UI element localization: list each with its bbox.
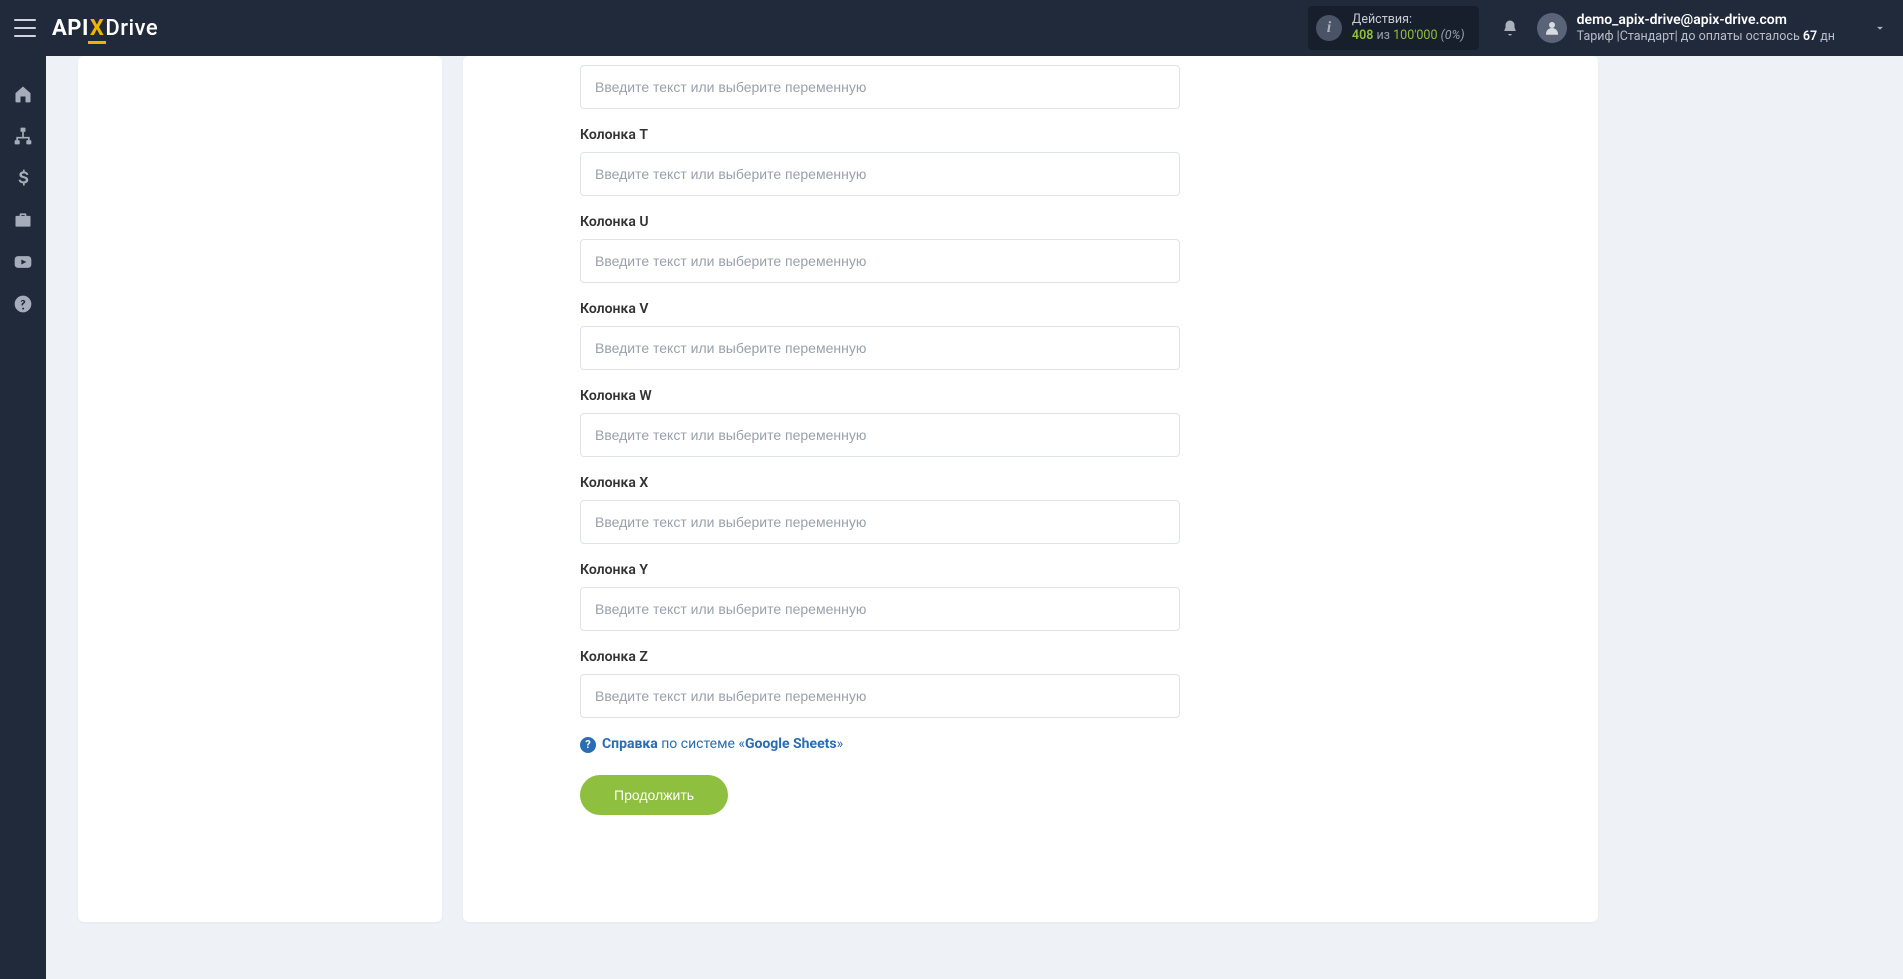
actions-separator: из: [1376, 28, 1390, 43]
sitemap-icon: [13, 126, 33, 146]
tariff-mid: | до оплаты осталось: [1675, 29, 1803, 44]
continue-button[interactable]: Продолжить: [580, 775, 728, 815]
main-panel: Колонка S Колонка T Колонка U Колонка V …: [463, 56, 1598, 922]
sidebar-item-home[interactable]: [13, 84, 33, 104]
help-system: Google Sheets: [745, 736, 837, 752]
actions-usage-pill[interactable]: i Действия: 408 из 100'000 (0%): [1308, 6, 1479, 49]
chevron-down-icon: [1873, 21, 1887, 35]
field-label-z: Колонка Z: [580, 649, 1180, 665]
sidebar-item-help[interactable]: [13, 294, 33, 314]
actions-label: Действия:: [1352, 12, 1465, 28]
logo-part-api: API: [52, 16, 89, 41]
sidebar-item-toolbox[interactable]: [13, 210, 33, 230]
app-logo: APIXDrive: [52, 16, 158, 41]
menu-toggle-button[interactable]: [14, 19, 36, 37]
person-icon: [1543, 19, 1561, 37]
briefcase-icon: [13, 210, 33, 230]
avatar: [1537, 13, 1567, 43]
field-label-u: Колонка U: [580, 214, 1180, 230]
help-link-row: ? Справка по системе «Google Sheets»: [580, 736, 1180, 753]
column-s-input[interactable]: [580, 65, 1180, 109]
column-y-input[interactable]: [580, 587, 1180, 631]
help-link[interactable]: Справка по системе «Google Sheets»: [602, 736, 843, 752]
bell-icon: [1501, 19, 1519, 37]
logo-part-x: X: [89, 16, 105, 41]
tariff-prefix: Тариф |: [1577, 29, 1620, 44]
column-u-input[interactable]: [580, 239, 1180, 283]
field-label-w: Колонка W: [580, 388, 1180, 404]
help-mid: по системе «: [658, 736, 745, 752]
column-z-input[interactable]: [580, 674, 1180, 718]
field-label-x: Колонка X: [580, 475, 1180, 491]
left-panel: [78, 56, 442, 922]
dollar-icon: [13, 168, 33, 188]
tariff-days: 67: [1803, 29, 1817, 44]
actions-percent: (0%): [1441, 28, 1465, 43]
column-w-input[interactable]: [580, 413, 1180, 457]
actions-usage-text: Действия: 408 из 100'000 (0%): [1352, 12, 1465, 43]
actions-limit: 100'000: [1393, 28, 1437, 43]
sidebar-item-youtube[interactable]: [13, 252, 33, 272]
youtube-icon: [13, 252, 33, 272]
question-circle-icon: [13, 294, 33, 314]
question-circle-icon: ?: [580, 737, 596, 753]
notifications-button[interactable]: [1501, 19, 1519, 37]
tariff-suffix: дн: [1817, 29, 1835, 44]
user-info-text: demo_apix-drive@apix-drive.com Тариф |Ст…: [1577, 11, 1835, 45]
help-word: Справка: [602, 736, 658, 752]
info-icon: i: [1316, 15, 1342, 41]
home-icon: [13, 84, 33, 104]
user-menu-button[interactable]: demo_apix-drive@apix-drive.com Тариф |Ст…: [1537, 11, 1887, 45]
user-tariff-line: Тариф |Стандарт| до оплаты осталось 67 д…: [1577, 29, 1835, 45]
tariff-name: Стандарт: [1620, 29, 1675, 44]
sidebar-item-connections[interactable]: [13, 126, 33, 146]
actions-count: 408: [1352, 28, 1373, 43]
sidebar-item-billing[interactable]: [13, 168, 33, 188]
column-t-input[interactable]: [580, 152, 1180, 196]
field-label-t: Колонка T: [580, 127, 1180, 143]
column-x-input[interactable]: [580, 500, 1180, 544]
column-v-input[interactable]: [580, 326, 1180, 370]
field-label-v: Колонка V: [580, 301, 1180, 317]
help-end: »: [837, 736, 844, 752]
field-label-y: Колонка Y: [580, 562, 1180, 578]
logo-part-drive: Drive: [105, 16, 158, 41]
user-email: demo_apix-drive@apix-drive.com: [1577, 11, 1835, 29]
